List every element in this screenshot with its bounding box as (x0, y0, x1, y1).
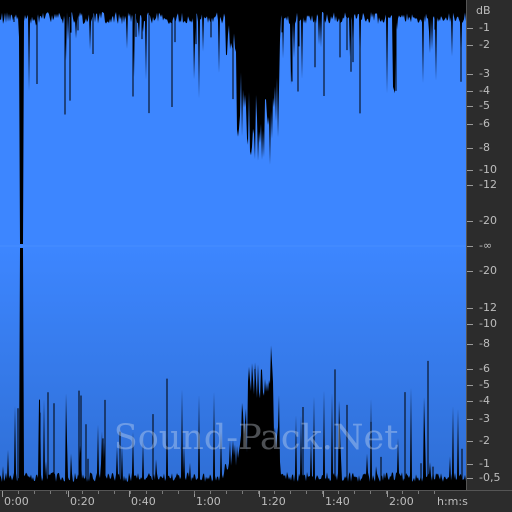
db-tick (467, 124, 473, 125)
time-minor-tick (130, 491, 131, 494)
time-minor-tick (50, 491, 51, 494)
time-minor-tick (146, 491, 147, 494)
db-label: -3 (479, 67, 490, 80)
db-tick (467, 45, 473, 46)
time-minor-tick (194, 491, 195, 494)
db-tick (467, 271, 473, 272)
db-label: -2 (479, 38, 490, 51)
db-label: -20 (479, 264, 497, 277)
time-tick (68, 491, 69, 497)
db-label: -1 (479, 457, 490, 470)
db-tick (467, 308, 473, 309)
time-tick (323, 491, 324, 497)
db-label: -10 (479, 163, 497, 176)
db-label: -12 (479, 301, 497, 314)
time-minor-tick (274, 491, 275, 494)
db-label: -4 (479, 84, 490, 97)
db-label: -2 (479, 434, 490, 447)
db-tick (467, 324, 473, 325)
db-tick (467, 478, 473, 479)
db-label: -6 (479, 362, 490, 375)
db-tick (467, 74, 473, 75)
db-tick (467, 28, 473, 29)
db-label: -5 (479, 99, 490, 112)
time-minor-tick (258, 491, 259, 494)
time-minor-tick (178, 491, 179, 494)
time-minor-tick (210, 491, 211, 494)
db-label: -∞ (479, 239, 493, 252)
time-label: 1:00 (196, 495, 221, 508)
db-label: -4 (479, 394, 490, 407)
time-unit-label: h:m:s (437, 495, 468, 508)
time-minor-tick (370, 491, 371, 494)
db-tick (467, 185, 473, 186)
time-minor-tick (386, 491, 387, 494)
time-label: 1:40 (325, 495, 350, 508)
db-label: -8 (479, 141, 490, 154)
time-tick (2, 491, 3, 497)
time-minor-tick (306, 491, 307, 494)
time-label: 1:20 (261, 495, 286, 508)
time-minor-tick (354, 491, 355, 494)
db-label: -8 (479, 337, 490, 350)
db-label: -10 (479, 317, 497, 330)
db-label: -1 (479, 21, 490, 34)
time-label: 0:20 (70, 495, 95, 508)
time-minor-tick (66, 491, 67, 494)
time-minor-tick (162, 491, 163, 494)
time-minor-tick (226, 491, 227, 494)
time-ruler[interactable]: h:m:s 0:00 0:20 0:40 1:00 1:20 1:40 2:00 (0, 490, 512, 512)
db-tick (467, 148, 473, 149)
time-tick (259, 491, 260, 497)
audio-editor-waveform-view: dB -1 -2 -3 -4 -5 -6 -8 -10 -12 -20 -∞ -20 -12 -10 -8 -… (0, 0, 512, 512)
time-label: 0:00 (4, 495, 29, 508)
time-minor-tick (82, 491, 83, 494)
time-minor-tick (402, 491, 403, 494)
db-label: -20 (479, 214, 497, 227)
time-minor-tick (338, 491, 339, 494)
db-scale-ruler: dB -1 -2 -3 -4 -5 -6 -8 -10 -12 -20 -∞ -20 -12 -10 -8 -… (466, 0, 512, 490)
time-label: 2:00 (389, 495, 414, 508)
db-tick (467, 246, 473, 247)
time-minor-tick (290, 491, 291, 494)
db-label: -0,5 (479, 471, 501, 484)
time-minor-tick (34, 491, 35, 494)
db-tick (467, 91, 473, 92)
time-minor-tick (418, 491, 419, 494)
db-unit-label: dB (476, 4, 491, 17)
db-label: -5 (479, 378, 490, 391)
db-tick (467, 385, 473, 386)
db-label: -12 (479, 178, 497, 191)
db-tick (467, 170, 473, 171)
time-minor-tick (242, 491, 243, 494)
time-minor-tick (322, 491, 323, 494)
time-minor-tick (18, 491, 19, 494)
db-tick (467, 441, 473, 442)
db-tick (467, 369, 473, 370)
time-minor-tick (98, 491, 99, 494)
db-label: -3 (479, 412, 490, 425)
db-tick (467, 464, 473, 465)
db-tick (467, 401, 473, 402)
db-tick (467, 344, 473, 345)
time-minor-tick (434, 491, 435, 494)
time-label: 0:40 (131, 495, 156, 508)
db-tick (467, 221, 473, 222)
time-tick (387, 491, 388, 497)
time-minor-tick (114, 491, 115, 494)
waveform-display[interactable] (0, 0, 466, 490)
db-tick (467, 419, 473, 420)
db-label: -6 (479, 117, 490, 130)
waveform-graph (0, 0, 466, 490)
db-tick (467, 106, 473, 107)
